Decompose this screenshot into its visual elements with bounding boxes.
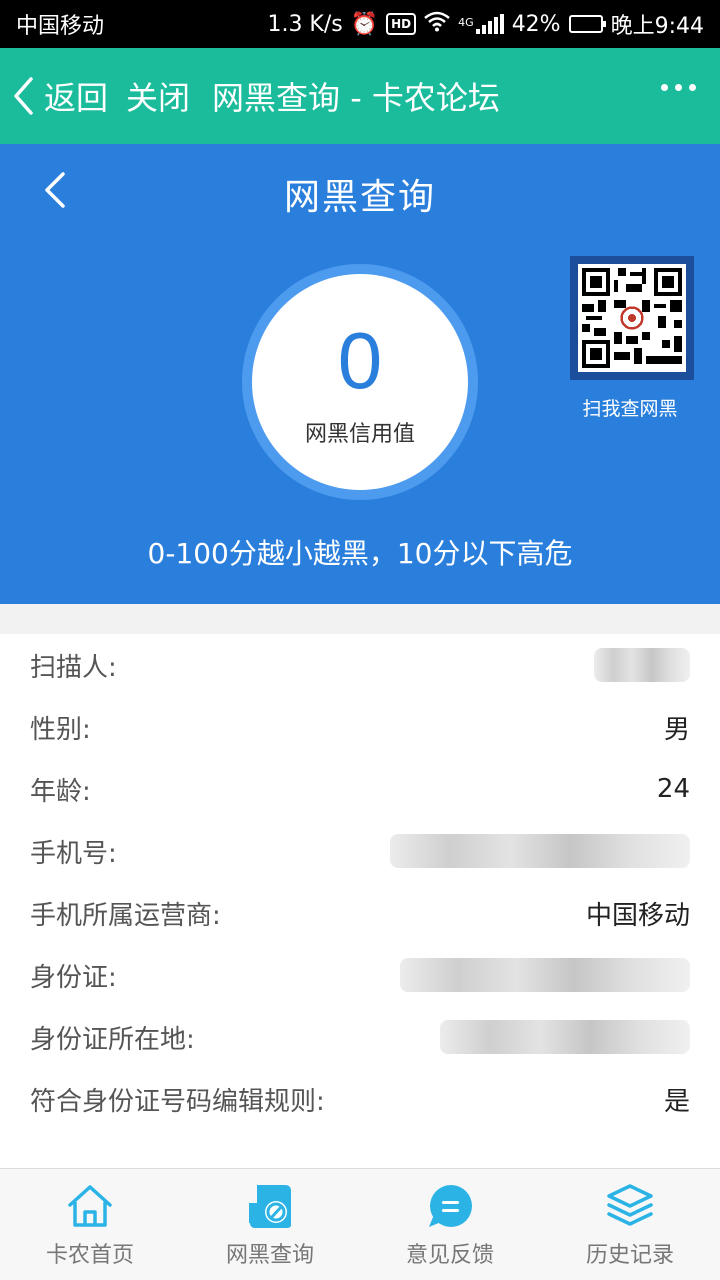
tab-history[interactable]: 历史记录 [540, 1169, 720, 1280]
blacklist-query-icon [249, 1184, 291, 1228]
info-value: 是 [663, 1086, 690, 1117]
browser-nav-bar: 返回 关闭 网黑查询 - 卡农论坛 [0, 48, 720, 144]
info-value: 24 [656, 774, 690, 804]
tab-home[interactable]: 卡农首页 [0, 1169, 180, 1280]
info-label: 性别: [30, 714, 91, 745]
info-label: 年龄: [30, 776, 91, 807]
status-icons: 1.3 K/s ⏰ HD 4G 42% 晚上9:44 [267, 8, 704, 40]
info-row-phone: 手机号: [0, 820, 720, 882]
info-row-id-valid: 符合身份证号码编辑规则: 是 [0, 1068, 720, 1130]
info-row-age: 年龄: 24 [0, 758, 720, 820]
app-root: 中国移动 1.3 K/s ⏰ HD 4G 42% 晚上9:44 返回 关闭 网黑… [0, 0, 720, 1280]
score-explanation: 0-100分越小越黑，10分以下高危 [147, 537, 573, 570]
info-label: 身份证所在地: [30, 1024, 195, 1055]
nav-close-button[interactable]: 关闭 [126, 73, 190, 119]
nav-back-label: 返回 [44, 79, 109, 117]
more-options-icon[interactable] [661, 84, 696, 91]
credit-score-label: 网黑信用值 [304, 422, 415, 447]
info-row-gender: 性别: 男 [0, 696, 720, 758]
tab-blacklist-query[interactable]: 网黑查询 [180, 1169, 360, 1280]
wifi-icon [424, 10, 450, 38]
page-title: 网黑查询 [283, 177, 436, 218]
profile-info-list: 扫描人: 性别: 男 年龄: 24 手机号: 手机所属运营商: 中国移动 身份证… [0, 634, 720, 1168]
tab-label: 网黑查询 [225, 1242, 314, 1268]
score-header: 网黑查询 0 网黑信用值 扫我查网黑 0-100分越小越黑，10分以下高危 [0, 144, 720, 604]
feedback-icon [429, 1184, 472, 1227]
status-bar: 中国移动 1.3 K/s ⏰ HD 4G 42% 晚上9:44 [0, 0, 720, 48]
clock: 晚上9:44 [610, 14, 704, 39]
tab-feedback[interactable]: 意见反馈 [360, 1169, 540, 1280]
tab-label: 卡农首页 [45, 1242, 134, 1268]
info-label: 符合身份证号码编辑规则: [30, 1086, 325, 1117]
tab-label: 历史记录 [585, 1242, 674, 1268]
redacted-value [440, 1020, 690, 1054]
bottom-tab-bar: 卡农首页 网黑查询 意见反馈 历史记录 [0, 1168, 720, 1280]
info-row-carrier: 手机所属运营商: 中国移动 [0, 882, 720, 944]
battery-percent: 42% [511, 11, 561, 37]
chevron-left-icon [14, 77, 33, 115]
nav-page-title: 网黑查询 - 卡农论坛 [212, 79, 500, 117]
info-label: 手机所属运营商: [30, 900, 221, 931]
history-layers-icon [607, 1183, 653, 1226]
info-row-id-card: 身份证: [0, 944, 720, 1006]
tab-label: 意见反馈 [405, 1242, 494, 1268]
info-label: 身份证: [30, 962, 117, 993]
battery-icon [568, 15, 606, 33]
signal-icon [475, 14, 504, 34]
qr-code[interactable] [570, 256, 694, 380]
carrier-label: 中国移动 [16, 14, 105, 39]
hd-icon: HD [386, 13, 417, 35]
redacted-value [594, 648, 690, 682]
info-label: 手机号: [30, 838, 117, 869]
redacted-value [390, 834, 690, 868]
info-value: 男 [663, 714, 690, 745]
info-label: 扫描人: [30, 652, 117, 683]
redacted-value [400, 958, 690, 992]
credit-score-value: 0 [337, 316, 383, 405]
credit-score-circle: 0 网黑信用值 [242, 264, 478, 500]
info-row-id-location: 身份证所在地: [0, 1006, 720, 1068]
network-type: 4G [458, 16, 474, 29]
alarm-icon: ⏰ [350, 11, 379, 37]
network-speed: 1.3 K/s [267, 11, 343, 37]
qr-code-icon [578, 264, 686, 372]
home-icon [68, 1184, 112, 1227]
info-row-scanner: 扫描人: [0, 634, 720, 696]
qr-caption: 扫我查网黑 [582, 398, 678, 420]
nav-back-button[interactable]: 返回 [12, 73, 108, 119]
info-value: 中国移动 [585, 900, 690, 931]
